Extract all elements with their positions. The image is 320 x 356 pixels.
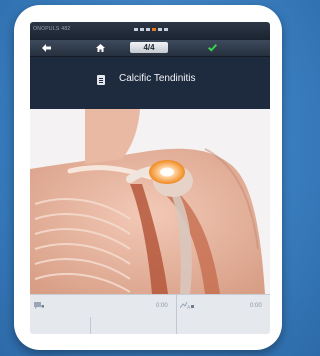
progress-dot	[164, 28, 168, 31]
back-button[interactable]	[34, 42, 58, 54]
back-arrow-icon	[41, 44, 51, 52]
audio-button[interactable]: A	[179, 301, 194, 312]
page-indicator[interactable]: 4/4	[130, 42, 168, 53]
document-icon	[97, 75, 105, 85]
progress-dots	[134, 28, 168, 31]
checkmark-icon	[207, 44, 217, 52]
status-bar: ONOPULS 482	[30, 22, 270, 40]
left-track-time: 0:00	[156, 303, 168, 309]
media-controls: 0:00 A 0:00	[30, 294, 270, 334]
app-name: ONOPULS 482	[33, 26, 71, 32]
done-button[interactable]	[202, 42, 222, 54]
right-track-time: 0:00	[250, 303, 262, 309]
controls-timeline-divider	[90, 317, 91, 334]
home-button[interactable]	[90, 42, 110, 54]
svg-text:A: A	[187, 305, 191, 310]
home-icon	[95, 44, 105, 52]
page-title: Calcific Tendinitis	[119, 73, 196, 84]
progress-dot	[158, 28, 162, 31]
progress-dot-active	[152, 28, 156, 31]
controls-center-divider	[176, 295, 177, 334]
anatomy-illustration	[30, 109, 270, 294]
progress-dot	[146, 28, 150, 31]
nav-bar: 4/4	[30, 40, 270, 57]
annotation-button[interactable]	[34, 302, 44, 312]
audio-icon: A	[179, 301, 194, 311]
shoulder-illustration-graphic	[30, 109, 270, 294]
annotation-icon	[34, 302, 44, 309]
progress-dot	[134, 28, 138, 31]
title-bar: Calcific Tendinitis	[30, 57, 270, 109]
app-screen: ONOPULS 482 4/4 Calcific Tendinitis 0:00…	[30, 22, 270, 334]
progress-dot	[140, 28, 144, 31]
